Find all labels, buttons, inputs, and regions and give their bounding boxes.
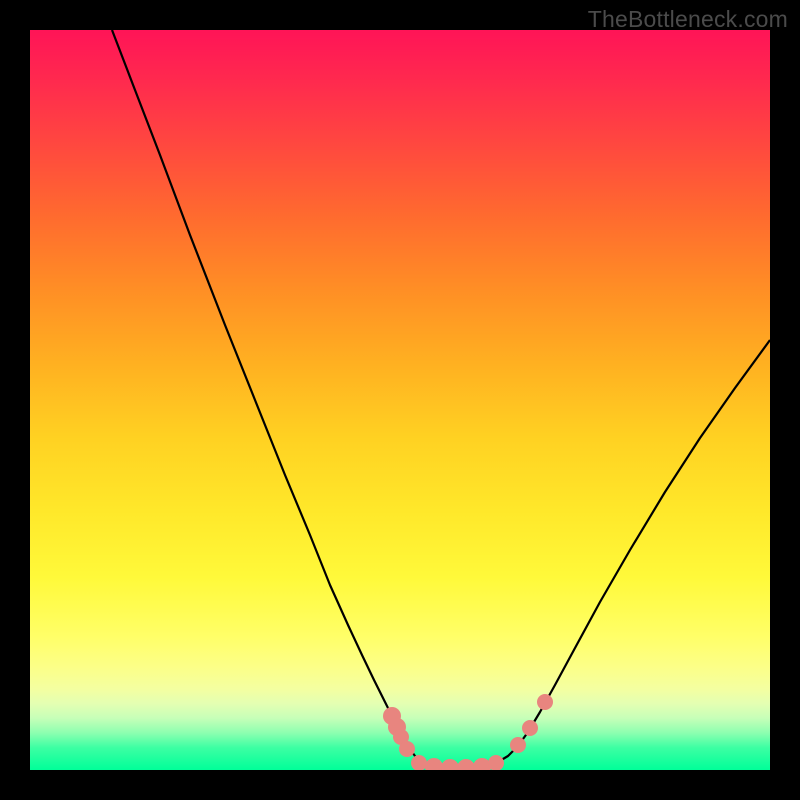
marker-point — [411, 755, 427, 770]
curve-lines — [112, 30, 770, 768]
marker-point — [441, 759, 459, 770]
chart-frame: TheBottleneck.com — [0, 0, 800, 800]
watermark-text: TheBottleneck.com — [588, 6, 788, 33]
marker-point — [425, 758, 443, 770]
data-markers — [383, 694, 553, 770]
marker-point — [399, 741, 415, 757]
marker-point — [522, 720, 538, 736]
marker-point — [488, 755, 504, 770]
plot-area — [30, 30, 770, 770]
curve-right-branch — [448, 340, 770, 768]
marker-point — [537, 694, 553, 710]
chart-svg — [30, 30, 770, 770]
curve-left-branch — [112, 30, 448, 768]
marker-point — [457, 759, 475, 770]
marker-point — [510, 737, 526, 753]
